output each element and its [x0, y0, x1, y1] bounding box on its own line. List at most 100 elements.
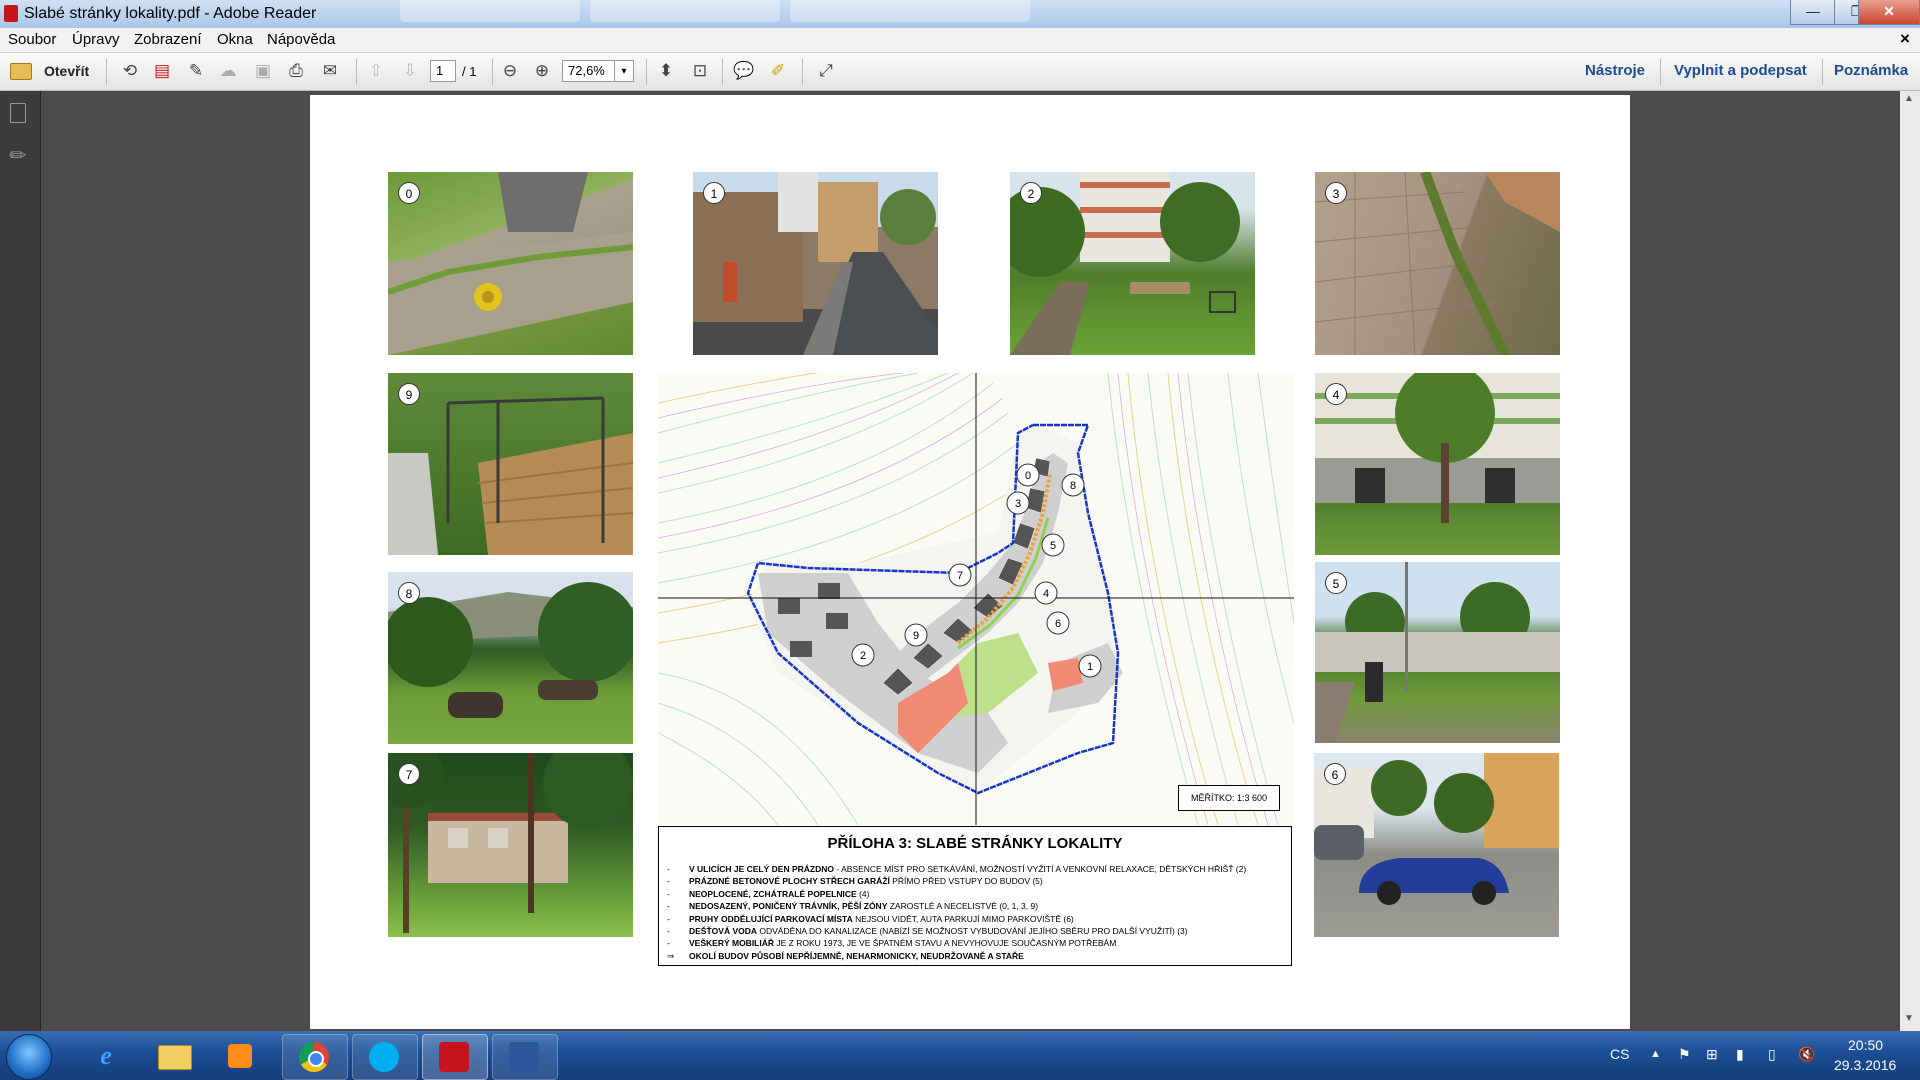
photo-7-scene	[388, 753, 633, 933]
battery-icon[interactable]: ▯	[1768, 1046, 1776, 1063]
photo-5-scene	[1315, 562, 1560, 743]
fit-page-icon[interactable]: ⊡	[688, 59, 712, 83]
scroll-up-arrow[interactable]: ▲	[1904, 93, 1914, 104]
toolbar-separator	[1822, 59, 1823, 85]
photo-4: 4	[1315, 373, 1560, 555]
map-marker: 0	[1016, 463, 1040, 487]
photo-number-badge: 7	[398, 763, 420, 785]
legend-heading: PŘÍLOHA 3: SLABÉ STRÁNKY LOKALITY	[827, 835, 1123, 852]
photo-number-badge: 3	[1325, 182, 1347, 204]
close-button[interactable]: ✕	[1858, 0, 1920, 25]
menu-edit[interactable]: Úpravy	[72, 31, 120, 48]
photo-8: 8	[388, 572, 633, 744]
reader-logo	[439, 1042, 469, 1072]
zoom-input[interactable]	[562, 60, 616, 82]
background-tab	[400, 0, 580, 22]
photo-1: 1	[693, 172, 938, 355]
comment-icon[interactable]: 💬	[732, 59, 756, 83]
play-icon	[228, 1044, 252, 1068]
windows-icon[interactable]: ⊞	[1706, 1046, 1718, 1063]
skype-logo	[369, 1042, 399, 1072]
scroll-down-arrow[interactable]: ▼	[1904, 1013, 1914, 1024]
legend-item: - NEOPLOCENÉ, ZCHÁTRALÉ POPELNICE (4)	[667, 888, 870, 899]
save-icon[interactable]: ▣	[251, 59, 275, 83]
next-page-icon[interactable]: ⇩	[398, 59, 422, 83]
toolbar-separator	[106, 59, 107, 85]
email-icon[interactable]: ✉	[318, 59, 342, 83]
highlight-icon[interactable]: ✐	[766, 59, 790, 83]
chrome-icon[interactable]	[282, 1034, 348, 1080]
zoom-in-icon[interactable]: ⊕	[530, 59, 554, 83]
toolbar-separator	[356, 59, 357, 85]
folder-icon	[10, 63, 32, 80]
photo-number-badge: 1	[703, 182, 725, 204]
photo-7: 7	[388, 753, 633, 937]
windows-taskbar: e CS ▲ ⚑ ⊞ ▮ ▯ 🔇 20:50 29.3.2016	[0, 1031, 1920, 1080]
menu-help[interactable]: Nápověda	[267, 31, 335, 48]
photo-0: 0	[388, 172, 633, 355]
toolbar-separator	[1660, 59, 1661, 85]
page-number-input[interactable]	[430, 60, 456, 82]
vertical-scrollbar[interactable]: ▲ ▼	[1900, 91, 1920, 1031]
comment-button[interactable]: Poznámka	[1834, 62, 1908, 79]
minimize-button[interactable]: —	[1790, 0, 1836, 25]
chrome-logo-center	[308, 1051, 324, 1067]
network-signal-icon[interactable]: ▮	[1736, 1046, 1744, 1063]
action-center-flag-icon[interactable]: ⚑	[1678, 1046, 1691, 1063]
start-button[interactable]	[6, 1034, 52, 1080]
fit-width-icon[interactable]: ⬍	[654, 59, 678, 83]
menu-window[interactable]: Okna	[217, 31, 253, 48]
language-indicator[interactable]: CS	[1610, 1046, 1629, 1062]
svg-text:3: 3	[1015, 498, 1021, 510]
photo-8-scene	[388, 582, 633, 718]
volume-muted-icon[interactable]: 🔇	[1798, 1046, 1815, 1063]
menu-bar: Soubor Úpravy Zobrazení Okna Nápověda ×	[0, 28, 1920, 53]
photo-1-scene	[693, 172, 938, 355]
photo-6-scene	[1314, 753, 1559, 905]
edit-pdf-icon[interactable]: ✎	[184, 59, 208, 83]
photo-number-badge: 4	[1325, 383, 1347, 405]
svg-text:2: 2	[860, 650, 866, 662]
site-map-drawing: 0 8 3 5 7 4 6 9 2 1	[658, 373, 1294, 825]
pages-icon[interactable]	[10, 103, 26, 123]
zoom-dropdown-icon[interactable]: ▾	[614, 60, 634, 82]
fullscreen-icon[interactable]: ⤢	[814, 59, 838, 83]
legend-item: - VEŠKERÝ MOBILIÁŘ JE Z ROKU 1973, JE VE …	[667, 938, 1117, 949]
photo-number-badge: 6	[1324, 763, 1346, 785]
show-hidden-icons-icon[interactable]: ▲	[1650, 1048, 1661, 1060]
internet-explorer-icon[interactable]: e	[74, 1034, 138, 1078]
adobe-reader-icon[interactable]	[422, 1034, 488, 1080]
close-document-icon[interactable]: ×	[1900, 29, 1910, 49]
convert-icon[interactable]: ⟲	[118, 59, 142, 83]
fill-and-sign-button[interactable]: Vyplnit a podepsat	[1674, 62, 1807, 79]
word-icon[interactable]	[492, 1034, 558, 1080]
clock-time[interactable]: 20:50	[1848, 1037, 1883, 1053]
create-pdf-icon[interactable]: ▤	[150, 59, 174, 83]
photo-number-badge: 9	[398, 383, 420, 405]
photo-0-scene	[388, 172, 633, 355]
photo-2: 2	[1010, 172, 1255, 355]
tools-button[interactable]: Nástroje	[1585, 62, 1645, 79]
print-icon[interactable]: ⎙	[284, 59, 308, 83]
file-explorer-icon[interactable]	[142, 1034, 206, 1078]
attachment-icon[interactable]: ✎	[4, 141, 34, 171]
menu-file[interactable]: Soubor	[8, 31, 56, 48]
photo-9: 9	[388, 373, 633, 555]
zoom-out-icon[interactable]: ⊖	[498, 59, 522, 83]
folder-icon	[158, 1045, 192, 1070]
main-toolbar: Otevřít ⟲ ▤ ✎ ☁ ▣ ⎙ ✉ ⇧ ⇩ / 1 ⊖ ⊕ ▾ ⬍ ⊡ …	[0, 53, 1920, 91]
previous-page-icon[interactable]: ⇧	[364, 59, 388, 83]
page-total: / 1	[462, 64, 477, 79]
photo-number-badge: 2	[1020, 182, 1042, 204]
media-player-icon[interactable]	[208, 1034, 272, 1078]
svg-text:8: 8	[1070, 480, 1076, 492]
clock-date[interactable]: 29.3.2016	[1834, 1057, 1896, 1073]
svg-text:4: 4	[1043, 588, 1049, 600]
cloud-upload-icon[interactable]: ☁	[216, 59, 240, 83]
skype-icon[interactable]	[352, 1034, 418, 1080]
svg-text:1: 1	[1087, 661, 1093, 673]
map-marker: 5	[1041, 533, 1065, 557]
menu-view[interactable]: Zobrazení	[134, 31, 202, 48]
map-marker: 8	[1061, 473, 1085, 497]
photo-2-scene	[1010, 172, 1240, 355]
